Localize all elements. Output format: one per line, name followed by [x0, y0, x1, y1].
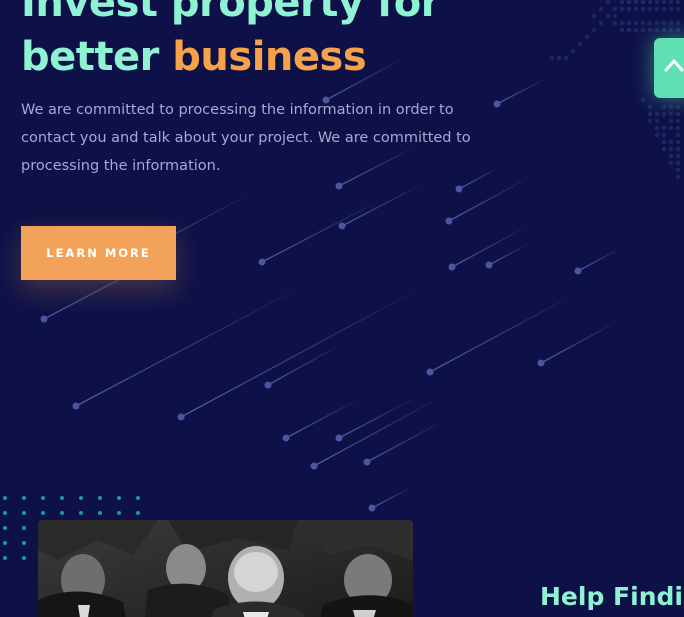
hero-title-accent: business [172, 34, 367, 80]
business-meeting-image [38, 520, 413, 617]
hero-title-line1: Invest property for [21, 0, 440, 26]
learn-more-button[interactable]: LEARN MORE [21, 226, 176, 280]
scroll-to-top-button[interactable] [654, 38, 684, 98]
chevron-up-icon [664, 59, 684, 72]
hero-title-line2: better [21, 34, 173, 80]
hero-title: Invest property for better business [21, 0, 440, 84]
hero-description: We are committed to processing the infor… [21, 102, 471, 174]
team-photo [38, 520, 413, 617]
hero-section: Invest property for better business We a… [0, 0, 684, 617]
help-section-heading: Help Findin [540, 582, 684, 611]
